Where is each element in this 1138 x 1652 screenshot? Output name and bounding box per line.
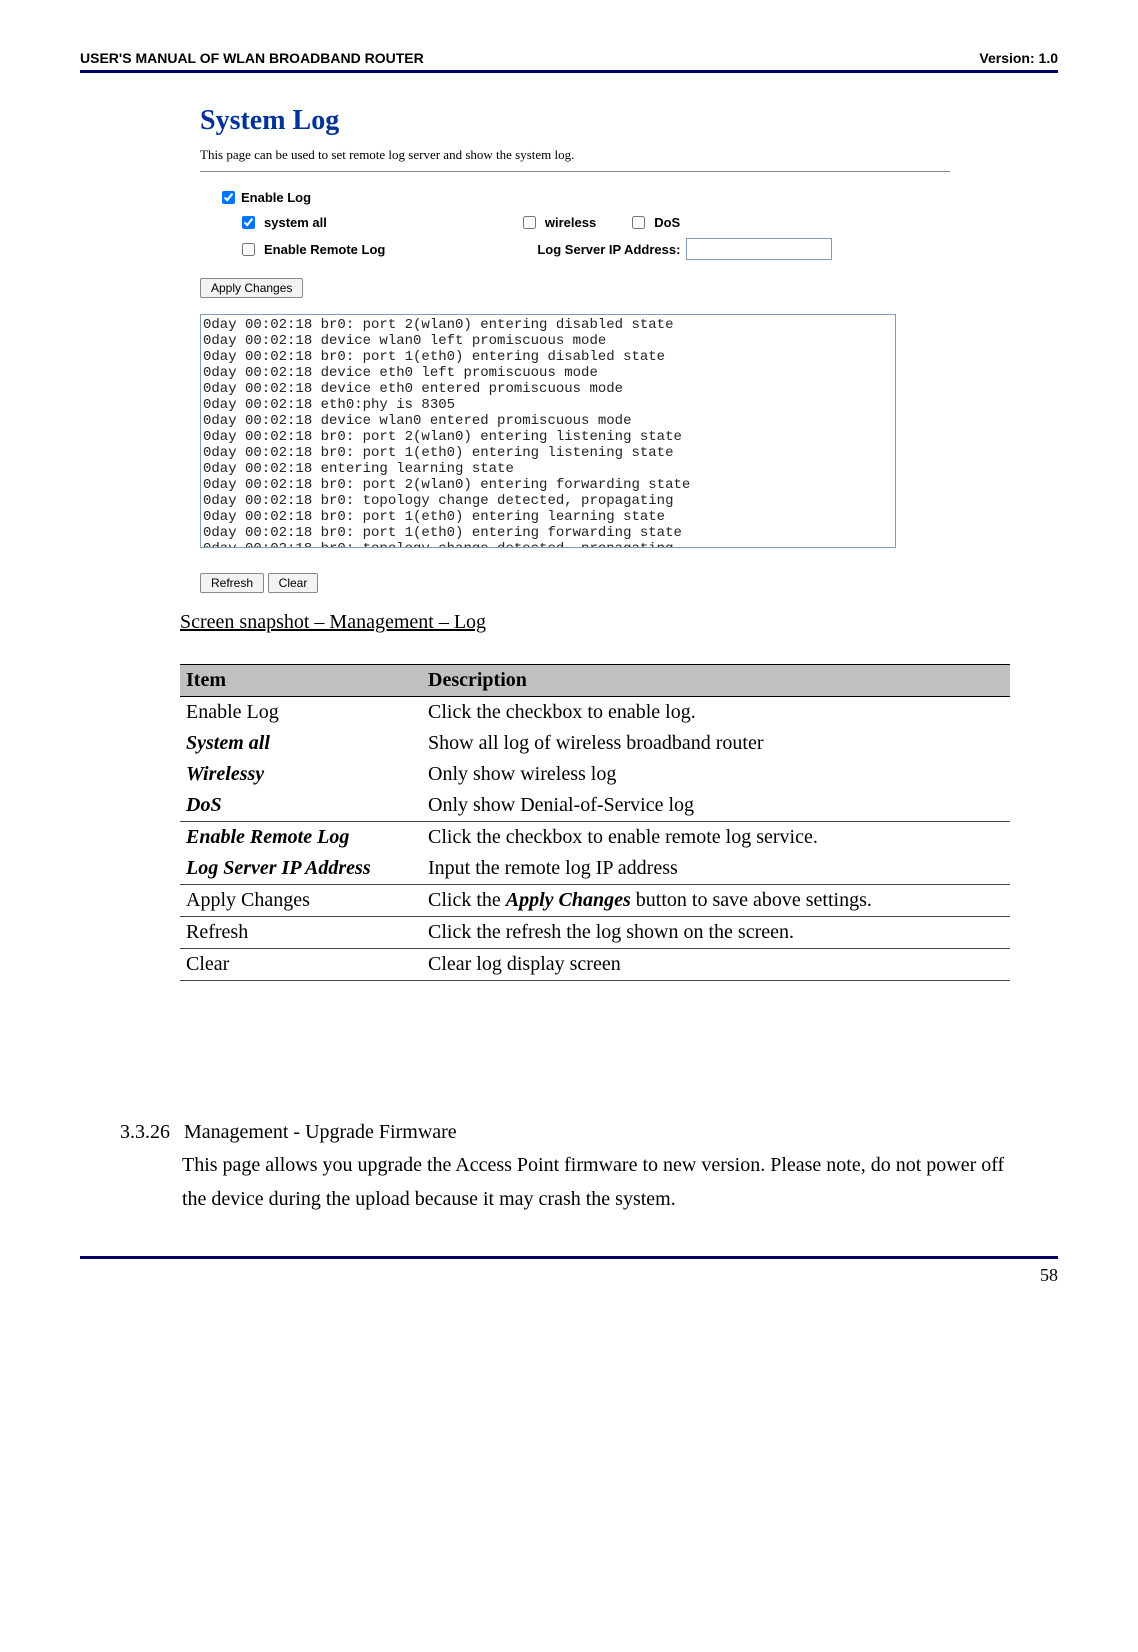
footer-divider <box>80 1256 1058 1259</box>
enable-log-label: Enable Log <box>241 190 311 205</box>
system-all-label: system all <box>264 215 327 230</box>
table-header-description: Description <box>422 665 1010 697</box>
page-number: 58 <box>80 1265 1058 1286</box>
desc-cell: Clear log display screen <box>422 949 1010 981</box>
desc-cell: Click the checkbox to enable log. <box>422 697 1010 729</box>
desc-cell: Click the checkbox to enable remote log … <box>422 822 1010 854</box>
table-row: Apply Changes Click the Apply Changes bu… <box>180 885 1010 917</box>
table-row: Wirelessy Only show wireless log <box>180 759 1010 790</box>
item-cell: Wirelessy <box>186 763 264 785</box>
table-header-item: Item <box>180 665 422 697</box>
item-cell: Clear <box>186 953 229 975</box>
dos-checkbox[interactable] <box>632 216 645 229</box>
item-cell: Enable Log <box>186 701 279 723</box>
desc-cell: Show all log of wireless broadband route… <box>422 728 1010 759</box>
enable-remote-log-checkbox[interactable] <box>242 243 255 256</box>
refresh-button[interactable]: Refresh <box>200 573 264 593</box>
dos-label: DoS <box>654 215 680 230</box>
clear-button[interactable]: Clear <box>268 573 319 593</box>
table-row: Refresh Click the refresh the log shown … <box>180 917 1010 949</box>
enable-log-checkbox[interactable] <box>222 191 235 204</box>
header-left: USER'S MANUAL OF WLAN BROADBAND ROUTER <box>80 50 424 66</box>
item-cell: Enable Remote Log <box>186 826 349 848</box>
screenshot-subtitle: This page can be used to set remote log … <box>200 147 950 163</box>
desc-cell: Click the refresh the log shown on the s… <box>422 917 1010 949</box>
table-row: Enable Remote Log Click the checkbox to … <box>180 822 1010 854</box>
log-server-ip-input[interactable] <box>686 238 832 260</box>
log-output[interactable] <box>200 314 896 548</box>
description-table: Item Description Enable Log Click the ch… <box>180 664 1010 981</box>
apply-changes-button[interactable]: Apply Changes <box>200 278 303 298</box>
section-number: 3.3.26 <box>120 1121 170 1144</box>
enable-remote-log-label: Enable Remote Log <box>264 242 385 257</box>
item-cell: Log Server IP Address <box>186 857 371 879</box>
item-cell: Apply Changes <box>186 889 310 911</box>
item-cell: DoS <box>186 794 222 816</box>
section-body: This page allows you upgrade the Access … <box>182 1148 1012 1216</box>
system-all-checkbox[interactable] <box>242 216 255 229</box>
item-cell: Refresh <box>186 921 248 943</box>
wireless-label: wireless <box>545 215 596 230</box>
desc-cell: Input the remote log IP address <box>422 853 1010 885</box>
screenshot-title: System Log <box>200 105 950 137</box>
screenshot-divider <box>200 171 950 172</box>
table-row: Log Server IP Address Input the remote l… <box>180 853 1010 885</box>
desc-cell: Click the Apply Changes button to save a… <box>422 885 1010 917</box>
desc-cell: Only show Denial-of-Service log <box>422 790 1010 822</box>
table-row: System all Show all log of wireless broa… <box>180 728 1010 759</box>
table-row: Enable Log Click the checkbox to enable … <box>180 697 1010 729</box>
log-server-ip-label: Log Server IP Address: <box>537 242 680 257</box>
header-divider <box>80 70 1058 73</box>
screenshot-panel: System Log This page can be used to set … <box>180 91 970 607</box>
wireless-checkbox[interactable] <box>523 216 536 229</box>
item-cell: System all <box>186 732 270 754</box>
table-row: DoS Only show Denial-of-Service log <box>180 790 1010 822</box>
screenshot-caption: Screen snapshot – Management – Log <box>180 611 1058 634</box>
table-row: Clear Clear log display screen <box>180 949 1010 981</box>
section-title: Management - Upgrade Firmware <box>184 1121 457 1144</box>
header-right: Version: 1.0 <box>979 50 1058 66</box>
desc-cell: Only show wireless log <box>422 759 1010 790</box>
